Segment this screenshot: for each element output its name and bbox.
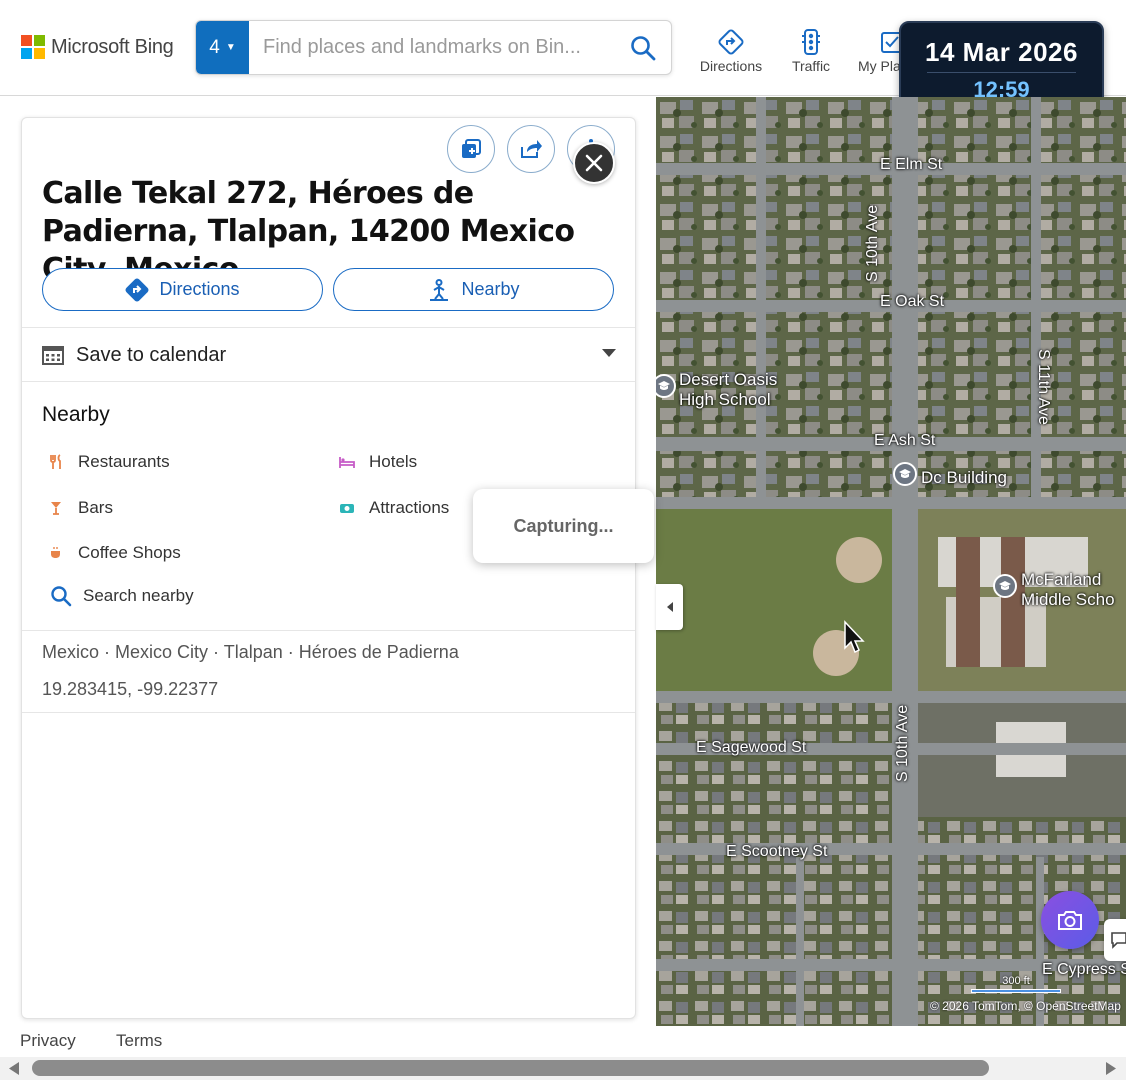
chat-bubble-icon (1111, 932, 1126, 949)
street-label: E Oak St (880, 293, 945, 310)
date-display: 14 Mar 2026 (925, 37, 1078, 67)
directions-icon (125, 278, 149, 301)
nearby-coffee-shops[interactable]: Coffee Shops (46, 543, 181, 563)
search-input[interactable] (249, 21, 615, 74)
copy-button[interactable] (447, 125, 495, 173)
privacy-link[interactable]: Privacy (20, 1031, 76, 1051)
search-scope-dropdown[interactable]: 4 ▼ (196, 21, 249, 74)
camera-attraction-icon (337, 502, 357, 514)
nearby-attractions[interactable]: Attractions (337, 498, 449, 518)
terms-link[interactable]: Terms (116, 1031, 162, 1051)
location-details-panel: Calle Tekal 272, Héroes de Padierna, Tla… (21, 117, 636, 1019)
street-label: S 11th Ave (1035, 349, 1052, 425)
scale-label: 300 ft (1002, 975, 1030, 987)
chevron-left-icon (666, 602, 673, 612)
mouse-cursor-icon (844, 620, 865, 654)
bed-icon (337, 455, 357, 469)
fork-knife-icon (46, 454, 66, 470)
search-box: 4 ▼ (195, 20, 672, 75)
calendar-label: Save to calendar (76, 343, 227, 366)
coordinates: 19.283415, -99.22377 (42, 679, 219, 699)
street-label: E Elm St (880, 156, 943, 173)
person-nearby-icon (430, 278, 449, 301)
street-label: E Ash St (874, 432, 936, 449)
search-icon (631, 35, 656, 60)
share-icon (521, 140, 542, 158)
coffee-cup-icon (46, 546, 66, 560)
divider (22, 712, 635, 713)
capturing-toast: Capturing... (473, 489, 654, 563)
nearby-label: Nearby (461, 279, 520, 299)
bars-label: Bars (78, 498, 113, 517)
poi-label-line: Desert Oasis (679, 370, 778, 389)
collapse-panel-button[interactable] (656, 584, 683, 630)
search-icon (49, 585, 73, 607)
aerial-imagery (656, 97, 1126, 1026)
bing-logo[interactable]: Microsoft Bing (21, 35, 174, 59)
divider (22, 327, 635, 328)
calendar-icon (42, 346, 64, 365)
datetime-divider (927, 72, 1076, 73)
copy-plus-icon (462, 139, 481, 158)
scroll-right-icon[interactable] (1104, 1061, 1118, 1076)
nearby-button[interactable]: Nearby (333, 268, 614, 311)
top-bar: Microsoft Bing 4 ▼ Directions Traffic My… (0, 0, 1126, 115)
poi-label-line: McFarland (1021, 570, 1102, 589)
divider (22, 630, 635, 631)
caret-down-icon: ▼ (225, 42, 236, 53)
search-button[interactable] (615, 21, 671, 74)
street-label: S 10th Ave (864, 204, 881, 282)
search-badge-count: 4 (209, 36, 220, 58)
nav-traffic-label: Traffic (791, 58, 831, 74)
search-nearby[interactable]: Search nearby (49, 585, 194, 607)
school-pin-icon[interactable] (893, 462, 917, 486)
nearby-hotels[interactable]: Hotels (337, 452, 417, 472)
camera-icon (1058, 911, 1082, 930)
map-scale: 300 ft (971, 975, 1121, 993)
close-icon (585, 154, 603, 172)
nav-traffic[interactable]: Traffic (787, 28, 835, 74)
microsoft-logo-icon (21, 35, 45, 59)
nearby-section-title: Nearby (42, 403, 110, 426)
nearby-bars[interactable]: Bars (46, 498, 113, 518)
satellite-map[interactable]: E Elm St E Oak St E Ash St E Sagewood St… (656, 97, 1126, 1026)
directions-label: Directions (159, 279, 240, 299)
scrollbar-thumb[interactable] (32, 1060, 989, 1076)
scroll-left-icon[interactable] (7, 1061, 21, 1076)
feedback-button[interactable] (1104, 919, 1126, 961)
directions-icon (718, 29, 744, 55)
nav-directions-label: Directions (699, 58, 763, 74)
coffee-shops-label: Coffee Shops (78, 543, 181, 562)
poi-label-line: Middle Scho (1021, 590, 1115, 609)
restaurants-label: Restaurants (78, 452, 170, 471)
cocktail-icon (46, 500, 66, 516)
street-label: E Scootney St (726, 843, 828, 860)
scale-bar (971, 989, 1061, 993)
poi-mcfarland[interactable]: McFarland Middle Scho (1021, 570, 1115, 610)
hotels-label: Hotels (369, 452, 418, 471)
chevron-down-icon[interactable] (601, 348, 617, 358)
street-label: E Sagewood St (696, 739, 807, 756)
school-pin-icon[interactable] (993, 574, 1017, 598)
poi-dc-building[interactable]: Dc Building (921, 468, 1007, 488)
nav-directions[interactable]: Directions (698, 28, 764, 74)
poi-label-line: High School (679, 390, 771, 409)
attractions-label: Attractions (369, 498, 450, 517)
logo-text: Microsoft Bing (51, 35, 174, 58)
nav-my-places-label: My Pla (858, 58, 901, 74)
traffic-light-icon (802, 29, 820, 55)
save-to-calendar-row[interactable]: Save to calendar (42, 340, 617, 370)
screenshot-button[interactable] (1041, 891, 1099, 949)
search-nearby-label: Search nearby (83, 586, 194, 605)
horizontal-scrollbar[interactable] (0, 1057, 1126, 1080)
share-button[interactable] (507, 125, 555, 173)
divider (22, 381, 635, 382)
location-breadcrumb: Mexico · Mexico City · Tlalpan · Héroes … (42, 642, 459, 662)
map-copyright: © 2026 TomTom, © OpenStreetMap (930, 999, 1121, 1013)
nearby-restaurants[interactable]: Restaurants (46, 452, 170, 472)
street-label: S 10th Ave (894, 704, 911, 782)
poi-desert-oasis[interactable]: Desert Oasis High School (679, 370, 777, 410)
directions-button[interactable]: Directions (42, 268, 323, 311)
